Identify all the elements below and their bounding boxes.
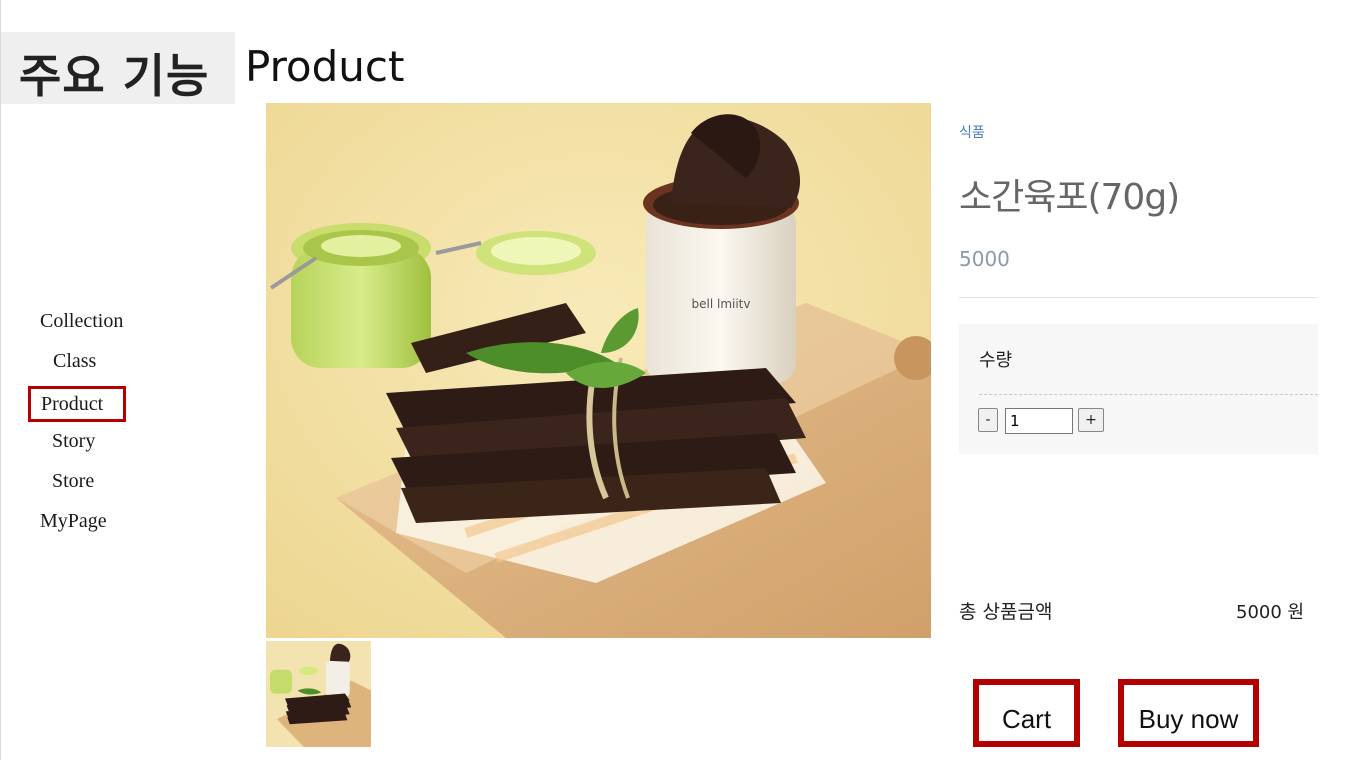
nav-item-store[interactable]: Store <box>52 470 94 493</box>
nav-item-class[interactable]: Class <box>53 350 96 373</box>
nav-item-product[interactable]: Product <box>28 386 127 422</box>
product-thumbnail[interactable] <box>266 641 371 747</box>
nav-item-mypage[interactable]: MyPage <box>40 510 107 533</box>
feature-badge-label: 주요 기능 <box>19 49 210 103</box>
left-border <box>0 0 1 760</box>
jar-label-text: bell lmiitv <box>692 297 751 311</box>
quantity-divider <box>979 394 1318 395</box>
cart-button[interactable]: Cart <box>973 679 1080 747</box>
page-title: Product <box>245 42 405 91</box>
total-price-value: 5000 원 <box>1236 602 1305 623</box>
buy-now-button-label: Buy now <box>1138 704 1239 734</box>
product-category[interactable]: 식품 <box>959 122 985 142</box>
quantity-label: 수량 <box>979 350 1013 371</box>
cart-button-label: Cart <box>1001 704 1052 734</box>
nav-item-collection[interactable]: Collection <box>40 310 123 333</box>
total-price-label: 총 상품금액 <box>959 601 1053 623</box>
product-price: 5000 <box>959 247 1010 271</box>
feature-badge: 주요 기능 <box>1 32 235 104</box>
quantity-panel: 수량 - + <box>959 324 1318 454</box>
divider <box>959 297 1318 298</box>
quantity-increase-button[interactable]: + <box>1078 408 1104 432</box>
buy-now-button[interactable]: Buy now <box>1118 679 1259 747</box>
quantity-decrease-button[interactable]: - <box>978 408 998 432</box>
product-main-image: bell lmiitv <box>266 103 931 638</box>
nav-item-story[interactable]: Story <box>52 430 95 453</box>
quantity-input[interactable] <box>1005 408 1073 434</box>
product-name: 소간육포(70g) <box>959 177 1180 218</box>
